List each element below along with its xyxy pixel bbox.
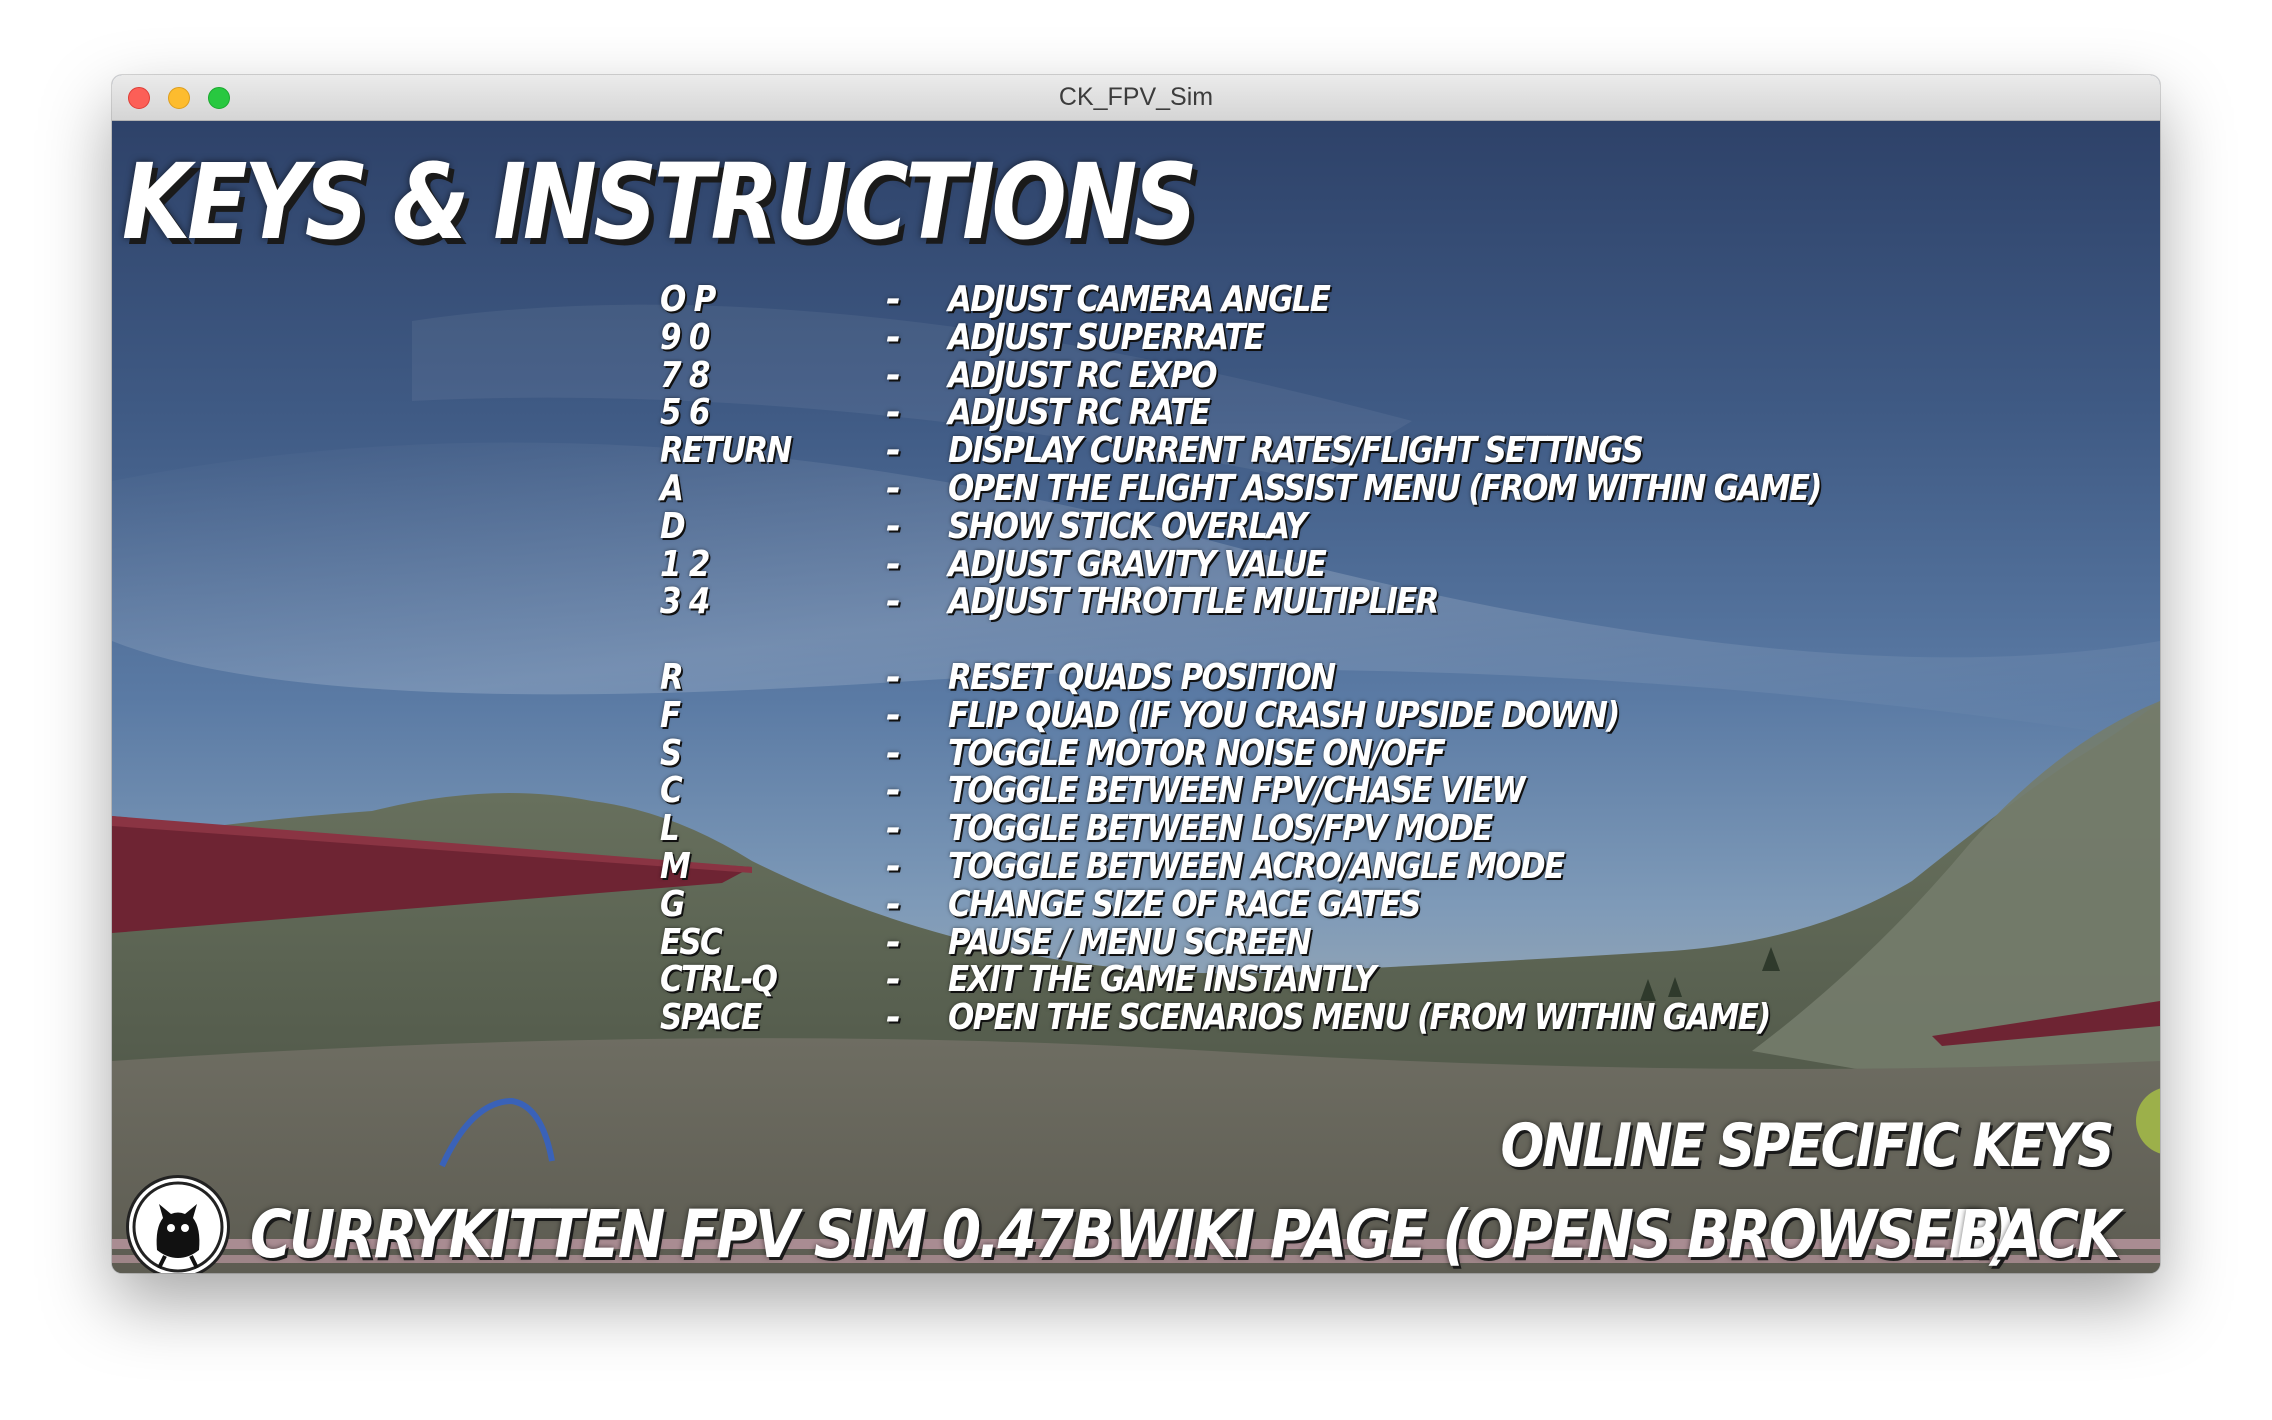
key-action: Adjust SuperRate: [948, 316, 1265, 358]
key-separator: -: [886, 279, 901, 320]
game-viewport: Keys & Instructions O P - Adjust camera an…: [112, 121, 2160, 1273]
key-action: Adjust camera angle: [948, 279, 1331, 320]
cat-logo-icon: [132, 1181, 224, 1273]
key-separator: -: [886, 505, 901, 547]
key-action: Toggle between FPV/Chase view: [948, 770, 1525, 812]
key-name: D: [660, 505, 686, 547]
key-separator: -: [886, 959, 901, 1001]
key-separator: -: [886, 354, 901, 396]
key-action: Adjust throttle multiplier: [948, 581, 1439, 623]
key-action: Adjust RC Rate: [948, 392, 1211, 434]
key-action: Open the scenarios menu (from within gam…: [948, 997, 1771, 1039]
key-action: Show stick overlay: [948, 505, 1307, 547]
key-separator: -: [886, 845, 901, 887]
app-window: CK_FPV_Sim KEYS & INSTRUCTIONS O P - ADJ…: [112, 75, 2160, 1273]
key-separator: -: [886, 694, 901, 736]
key-separator: -: [886, 883, 901, 925]
version-label: CurryKitten FPV Sim 0.47b: [250, 1196, 1115, 1273]
key-separator: -: [886, 316, 901, 358]
online-specific-keys-button[interactable]: Online specific keys: [1501, 1111, 2115, 1181]
key-name: Esc: [660, 921, 723, 963]
currykitten-logo: [126, 1175, 230, 1273]
back-button[interactable]: Back: [1957, 1196, 2120, 1273]
title-bar[interactable]: CK_FPV_Sim: [112, 75, 2160, 121]
key-name: Return: [660, 430, 792, 472]
key-separator: -: [886, 581, 901, 623]
key-separator: -: [886, 770, 901, 812]
key-action: Toggle between LOS/FPV mode: [948, 808, 1493, 850]
key-separator: -: [886, 656, 901, 698]
key-separator: -: [886, 808, 901, 850]
key-name: 1 2: [660, 543, 710, 585]
key-name: 3 4: [660, 581, 710, 623]
screen-heading: Keys & Instructions: [122, 141, 1198, 263]
key-name: O P: [660, 279, 716, 320]
key-separator: -: [886, 543, 901, 585]
key-separator: -: [886, 732, 901, 774]
key-action: Flip quad (if you crash upside down): [948, 694, 1620, 736]
key-name: 5 6: [660, 392, 710, 434]
key-name: 9 0: [660, 316, 710, 358]
key-separator: -: [886, 921, 901, 963]
key-name: A: [660, 467, 684, 509]
key-action: Reset quads position: [948, 656, 1336, 698]
key-separator: -: [886, 392, 901, 434]
key-name: G: [660, 883, 685, 925]
key-name: 7 8: [660, 354, 710, 396]
key-action: Adjust gravity value: [948, 543, 1327, 585]
key-action: Display current rates/flight settings: [948, 430, 1644, 472]
key-name: L: [660, 808, 680, 850]
key-name: M: [660, 845, 691, 887]
key-name: S: [660, 732, 682, 774]
key-separator: -: [886, 997, 901, 1039]
key-action: Toggle motor noise on/off: [948, 732, 1446, 774]
key-action: Change size of race gates: [948, 883, 1421, 925]
key-name: Space: [660, 997, 762, 1039]
key-action: Exit the game instantly: [948, 959, 1376, 1001]
key-action: Open the flight assist menu (from within…: [948, 467, 1822, 509]
window-title: CK_FPV_Sim: [1058, 83, 1214, 111]
key-action: Toggle between acro/angle mode: [948, 845, 1565, 887]
wiki-page-button[interactable]: Wiki page (opens browser): [1114, 1196, 2016, 1273]
key-name: Ctrl-Q: [660, 959, 778, 1001]
key-action: Pause / Menu screen: [948, 921, 1312, 963]
key-action: Adjust RC Expo: [948, 354, 1218, 396]
key-name: C: [660, 770, 683, 812]
key-name: F: [660, 694, 681, 736]
key-separator: -: [886, 467, 901, 509]
key-name: R: [660, 656, 684, 698]
key-separator: -: [886, 430, 901, 472]
